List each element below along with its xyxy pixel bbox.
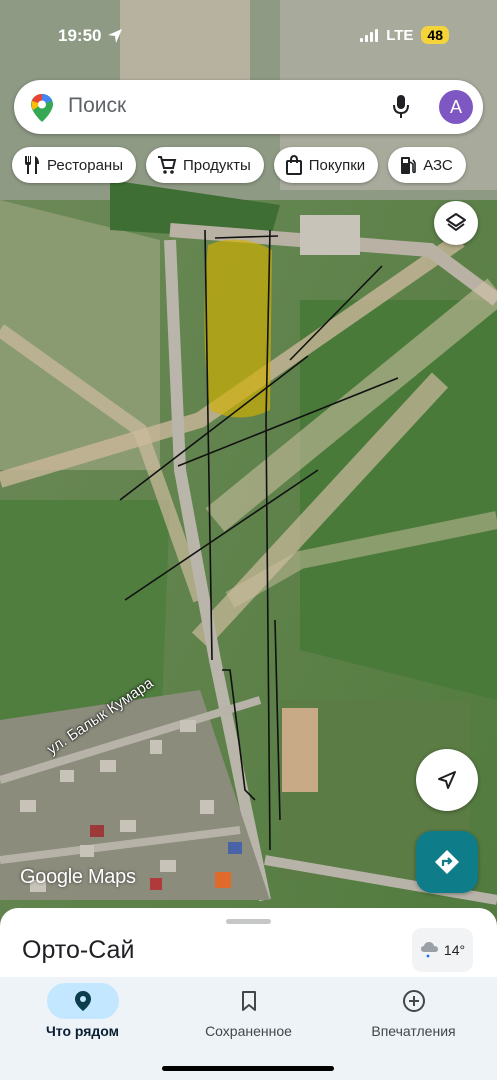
- chip-restaurants[interactable]: Рестораны: [12, 147, 136, 183]
- sheet-drag-handle[interactable]: [226, 919, 271, 924]
- network-type: LTE: [386, 26, 414, 44]
- signal-icon: [360, 28, 379, 42]
- chip-label: Рестораны: [47, 156, 123, 174]
- place-name: Орто-Сай: [22, 936, 135, 964]
- tab-saved[interactable]: Сохраненное: [166, 983, 331, 1039]
- chip-label: АЗС: [423, 156, 453, 174]
- shopping-bag-icon: [285, 155, 302, 175]
- location-arrow-icon: [108, 29, 123, 43]
- temperature: 14°: [443, 942, 466, 958]
- maps-logo-icon: [31, 94, 53, 122]
- directions-button[interactable]: [416, 831, 478, 893]
- rain-cloud-icon: [420, 942, 438, 958]
- google-maps-attribution: Google Maps: [20, 866, 136, 888]
- bookmark-icon: [241, 991, 256, 1011]
- gas-station-icon: [401, 157, 416, 174]
- add-circle-icon: [402, 990, 425, 1012]
- layers-icon: [446, 213, 466, 231]
- navigation-arrow-icon: [438, 771, 456, 789]
- cart-icon: [157, 156, 177, 174]
- tab-label: Впечатления: [371, 1023, 456, 1039]
- battery-indicator: 48: [421, 26, 449, 44]
- account-avatar[interactable]: A: [439, 90, 473, 124]
- home-indicator[interactable]: [162, 1066, 334, 1071]
- tab-explore[interactable]: Что рядом: [0, 983, 165, 1039]
- tab-label: Что рядом: [45, 1023, 120, 1039]
- search-input[interactable]: Поиск: [68, 94, 126, 118]
- layers-button[interactable]: [434, 201, 478, 245]
- weather-badge[interactable]: 14°: [412, 928, 473, 972]
- fork-knife-icon: [25, 156, 39, 174]
- chip-shopping[interactable]: Покупки: [273, 147, 379, 183]
- location-pin-icon: [74, 991, 91, 1011]
- chip-label: Покупки: [308, 156, 366, 174]
- chip-label: Продукты: [182, 156, 251, 174]
- my-location-button[interactable]: [416, 749, 478, 811]
- status-bar: 19:50 LTE 48: [0, 24, 497, 52]
- tab-contribute[interactable]: Впечатления: [331, 983, 496, 1039]
- directions-icon: [435, 850, 459, 874]
- chip-groceries[interactable]: Продукты: [145, 147, 264, 183]
- bottom-navigation: Что рядом Сохраненное Впечатления: [0, 977, 497, 1080]
- search-bar[interactable]: Поиск A: [14, 80, 483, 134]
- chip-gas-stations[interactable]: АЗС: [388, 147, 466, 183]
- microphone-icon[interactable]: [392, 94, 410, 120]
- tab-label: Сохраненное: [205, 1023, 292, 1039]
- category-chips: Рестораны Продукты Покупки АЗС: [12, 147, 466, 183]
- clock: 19:50: [58, 26, 102, 45]
